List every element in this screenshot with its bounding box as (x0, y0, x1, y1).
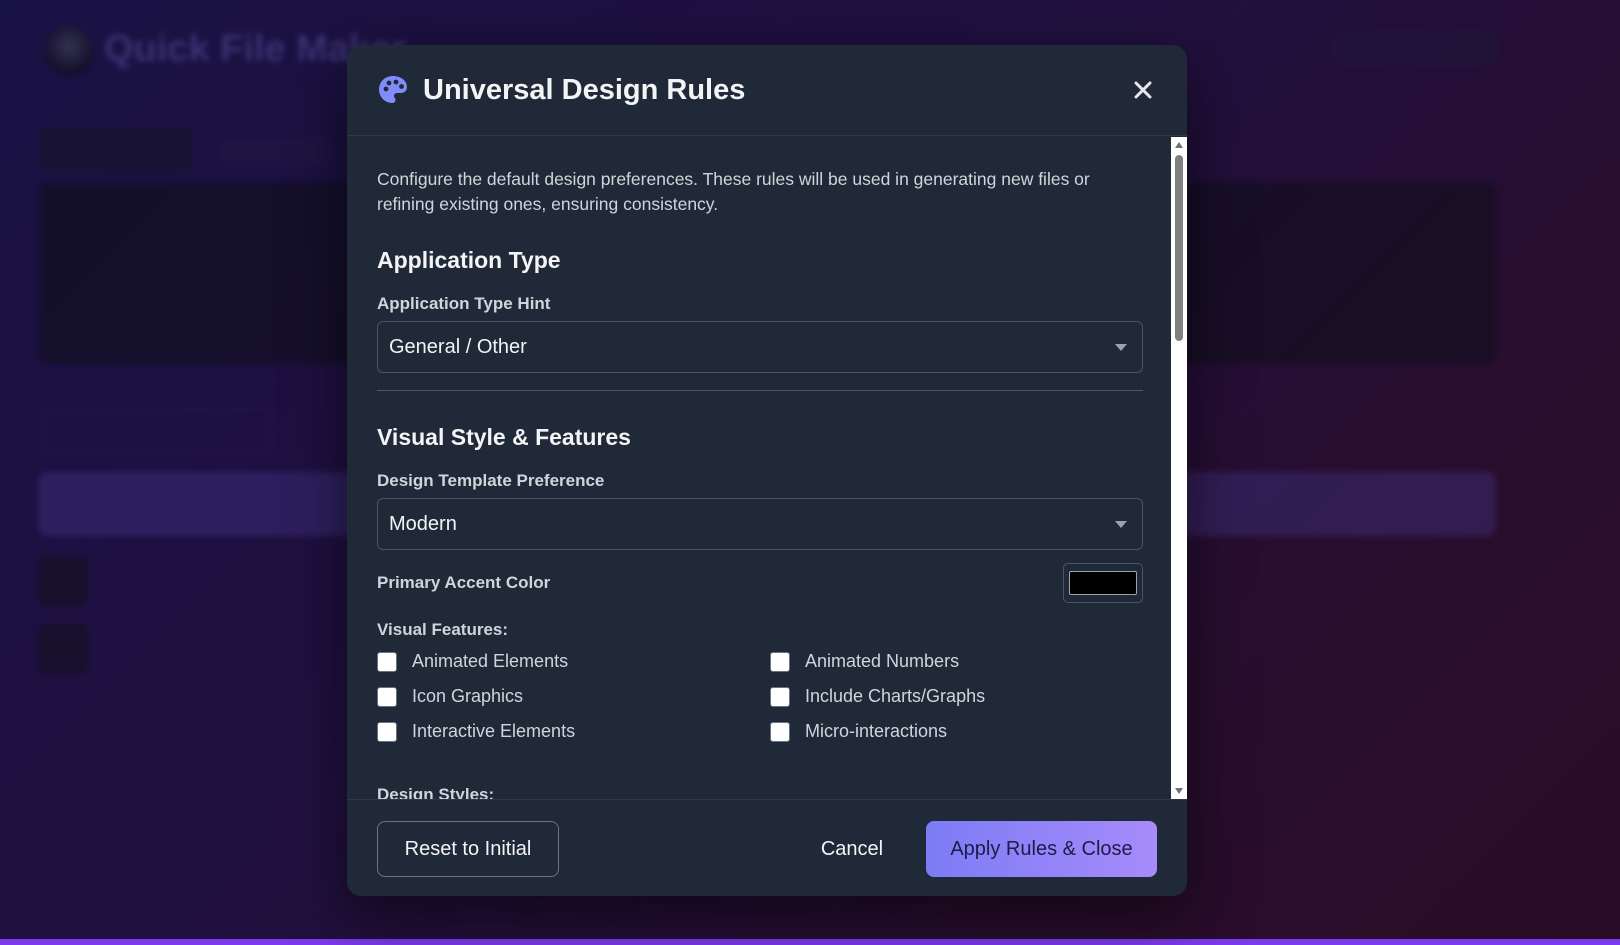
modal-footer: Reset to Initial Cancel Apply Rules & Cl… (347, 799, 1187, 896)
application-type-select[interactable]: General / Other (377, 321, 1143, 373)
scrollbar-thumb[interactable] (1175, 155, 1183, 341)
apply-rules-button[interactable]: Apply Rules & Close (926, 821, 1157, 877)
scroll-down-arrow-icon[interactable] (1175, 788, 1183, 794)
intro-text: Configure the default design preferences… (377, 169, 1090, 214)
accent-color-swatch (1069, 571, 1137, 595)
section-heading-application-type: Application Type (377, 247, 561, 273)
reset-button[interactable]: Reset to Initial (377, 821, 559, 877)
feature-checkbox-animated-numbers[interactable]: Animated Numbers (770, 651, 959, 672)
chevron-down-icon (1115, 344, 1127, 351)
checkbox[interactable] (770, 721, 790, 742)
palette-icon (377, 74, 409, 106)
checkbox[interactable] (377, 651, 397, 672)
chevron-down-icon (1115, 521, 1127, 528)
application-type-hint-label: Application Type Hint (377, 294, 551, 313)
design-template-value: Modern (389, 512, 457, 535)
feature-checkbox-charts-graphs[interactable]: Include Charts/Graphs (770, 686, 985, 707)
accent-color-picker[interactable] (1063, 563, 1143, 603)
modal-scrollbar[interactable] (1171, 137, 1187, 799)
design-template-label: Design Template Preference (377, 471, 605, 490)
checkbox-label: Include Charts/Graphs (805, 686, 986, 706)
checkbox[interactable] (770, 686, 790, 707)
modal-header: Universal Design Rules (347, 45, 1187, 136)
close-icon[interactable] (1129, 76, 1157, 104)
checkbox[interactable] (377, 686, 397, 707)
section-divider (377, 390, 1143, 391)
feature-checkbox-micro-interactions[interactable]: Micro-interactions (770, 721, 947, 742)
design-template-select[interactable]: Modern (377, 498, 1143, 550)
feature-checkbox-interactive-elements[interactable]: Interactive Elements (377, 721, 575, 742)
modal-body[interactable]: Configure the default design preferences… (347, 137, 1187, 799)
bottom-strip (0, 939, 1620, 945)
section-heading-visual-style: Visual Style & Features (377, 424, 631, 450)
application-type-value: General / Other (389, 335, 527, 358)
visual-features-label: Visual Features: (377, 620, 509, 639)
scroll-up-arrow-icon[interactable] (1175, 142, 1183, 148)
design-rules-modal: Universal Design Rules Configure the def… (347, 45, 1187, 896)
checkbox[interactable] (770, 651, 790, 672)
accent-color-label: Primary Accent Color (377, 573, 551, 592)
checkbox-label: Animated Numbers (805, 651, 960, 671)
cancel-button[interactable]: Cancel (797, 821, 907, 877)
checkbox-label: Icon Graphics (412, 686, 524, 706)
design-styles-label: Design Styles: (377, 785, 495, 799)
checkbox[interactable] (377, 721, 397, 742)
checkbox-label: Micro-interactions (805, 721, 948, 741)
checkbox-label: Interactive Elements (412, 721, 576, 741)
modal-title: Universal Design Rules (423, 73, 746, 106)
feature-checkbox-icon-graphics[interactable]: Icon Graphics (377, 686, 523, 707)
feature-checkbox-animated-elements[interactable]: Animated Elements (377, 651, 568, 672)
checkbox-label: Animated Elements (412, 651, 569, 671)
